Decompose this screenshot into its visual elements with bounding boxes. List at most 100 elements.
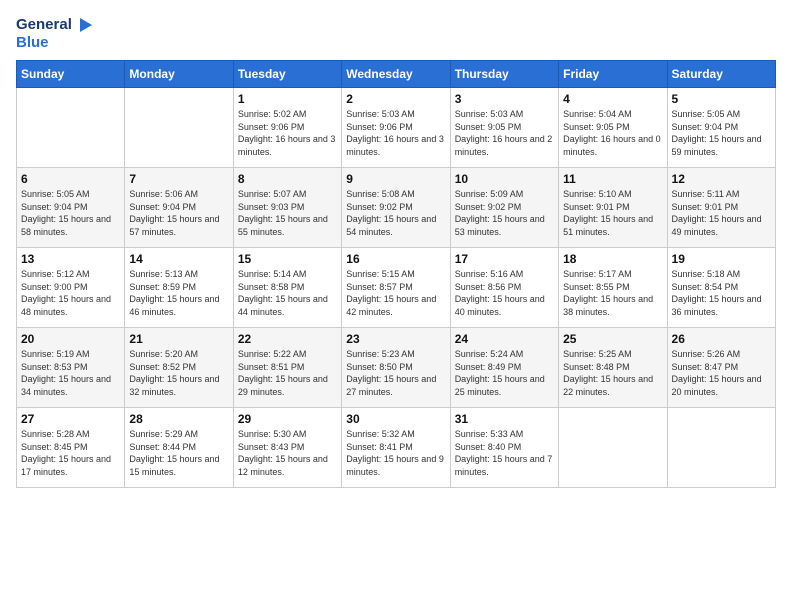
day-cell: 4Sunrise: 5:04 AMSunset: 9:05 PMDaylight…	[559, 88, 667, 168]
day-cell: 6Sunrise: 5:05 AMSunset: 9:04 PMDaylight…	[17, 168, 125, 248]
day-info: Sunrise: 5:07 AMSunset: 9:03 PMDaylight:…	[238, 188, 337, 238]
day-cell: 7Sunrise: 5:06 AMSunset: 9:04 PMDaylight…	[125, 168, 233, 248]
day-cell: 27Sunrise: 5:28 AMSunset: 8:45 PMDayligh…	[17, 408, 125, 488]
day-cell: 14 Sunrise: 5:13 AMSunset: 8:59 PMDayligh…	[125, 248, 233, 328]
header-sunday: Sunday	[17, 61, 125, 88]
day-cell: 3 Sunrise: 5:03 AMSunset: 9:05 PMDaylight…	[450, 88, 558, 168]
week-row-5: 27Sunrise: 5:28 AMSunset: 8:45 PMDayligh…	[17, 408, 776, 488]
day-info: Sunrise: 5:18 AMSunset: 8:54 PMDaylight:…	[672, 268, 771, 318]
day-info: Sunrise: 5:09 AMSunset: 9:02 PMDaylight:…	[455, 188, 554, 238]
day-number: 30	[346, 412, 445, 426]
day-cell: 13 Sunrise: 5:12 AMSunset: 9:00 PMDayligh…	[17, 248, 125, 328]
day-number: 29	[238, 412, 337, 426]
day-number: 15	[238, 252, 337, 266]
day-number: 5	[672, 92, 771, 106]
day-number: 19	[672, 252, 771, 266]
day-cell: 25 Sunrise: 5:25 AMSunset: 8:48 PMDayligh…	[559, 328, 667, 408]
day-cell: 20 Sunrise: 5:19 AMSunset: 8:53 PMDayligh…	[17, 328, 125, 408]
day-cell	[667, 408, 775, 488]
day-info: Sunrise: 5:19 AMSunset: 8:53 PMDaylight:…	[21, 348, 120, 398]
day-number: 21	[129, 332, 228, 346]
day-number: 26	[672, 332, 771, 346]
day-info: Sunrise: 5:32 AMSunset: 8:41 PMDaylight:…	[346, 428, 445, 478]
day-cell: 29 Sunrise: 5:30 AMSunset: 8:43 PMDayligh…	[233, 408, 341, 488]
header-friday: Friday	[559, 61, 667, 88]
weekday-header-row: Sunday Monday Tuesday Wednesday Thursday…	[17, 61, 776, 88]
day-number: 25	[563, 332, 662, 346]
day-cell: 1 Sunrise: 5:02 AMSunset: 9:06 PMDaylight…	[233, 88, 341, 168]
day-info: Sunrise: 5:03 AMSunset: 9:05 PMDaylight:…	[455, 108, 554, 158]
week-row-1: 1 Sunrise: 5:02 AMSunset: 9:06 PMDaylight…	[17, 88, 776, 168]
day-number: 20	[21, 332, 120, 346]
day-info: Sunrise: 5:06 AMSunset: 9:04 PMDaylight:…	[129, 188, 228, 238]
header-monday: Monday	[125, 61, 233, 88]
day-cell: 18 Sunrise: 5:17 AMSunset: 8:55 PMDayligh…	[559, 248, 667, 328]
day-cell	[559, 408, 667, 488]
day-number: 2	[346, 92, 445, 106]
day-cell: 26 Sunrise: 5:26 AMSunset: 8:47 PMDayligh…	[667, 328, 775, 408]
day-info: Sunrise: 5:22 AMSunset: 8:51 PMDaylight:…	[238, 348, 337, 398]
logo-text-general: General	[16, 16, 72, 34]
day-info: Sunrise: 5:05 AMSunset: 9:04 PMDaylight:…	[672, 108, 771, 158]
day-cell: 28 Sunrise: 5:29 AMSunset: 8:44 PMDayligh…	[125, 408, 233, 488]
day-info: Sunrise: 5:16 AMSunset: 8:56 PMDaylight:…	[455, 268, 554, 318]
day-info: Sunrise: 5:24 AMSunset: 8:49 PMDaylight:…	[455, 348, 554, 398]
day-info: Sunrise: 5:02 AMSunset: 9:06 PMDaylight:…	[238, 108, 337, 158]
logo-text-blue: Blue	[16, 34, 49, 52]
day-info: Sunrise: 5:03 AMSunset: 9:06 PMDaylight:…	[346, 108, 445, 158]
day-number: 28	[129, 412, 228, 426]
day-cell: 19 Sunrise: 5:18 AMSunset: 8:54 PMDayligh…	[667, 248, 775, 328]
header-thursday: Thursday	[450, 61, 558, 88]
logo-arrow-icon	[74, 16, 92, 34]
day-cell: 10Sunrise: 5:09 AMSunset: 9:02 PMDayligh…	[450, 168, 558, 248]
day-cell: 11Sunrise: 5:10 AMSunset: 9:01 PMDayligh…	[559, 168, 667, 248]
day-info: Sunrise: 5:30 AMSunset: 8:43 PMDaylight:…	[238, 428, 337, 478]
day-number: 18	[563, 252, 662, 266]
header-tuesday: Tuesday	[233, 61, 341, 88]
day-info: Sunrise: 5:29 AMSunset: 8:44 PMDaylight:…	[129, 428, 228, 478]
day-number: 17	[455, 252, 554, 266]
day-number: 31	[455, 412, 554, 426]
day-number: 22	[238, 332, 337, 346]
day-number: 8	[238, 172, 337, 186]
day-number: 24	[455, 332, 554, 346]
day-info: Sunrise: 5:14 AMSunset: 8:58 PMDaylight:…	[238, 268, 337, 318]
day-info: Sunrise: 5:05 AMSunset: 9:04 PMDaylight:…	[21, 188, 120, 238]
day-cell: 16 Sunrise: 5:15 AMSunset: 8:57 PMDayligh…	[342, 248, 450, 328]
day-cell: 12 Sunrise: 5:11 AMSunset: 9:01 PMDayligh…	[667, 168, 775, 248]
day-number: 16	[346, 252, 445, 266]
day-cell: 23 Sunrise: 5:23 AMSunset: 8:50 PMDayligh…	[342, 328, 450, 408]
week-row-4: 20 Sunrise: 5:19 AMSunset: 8:53 PMDayligh…	[17, 328, 776, 408]
day-cell: 9Sunrise: 5:08 AMSunset: 9:02 PMDaylight…	[342, 168, 450, 248]
day-cell	[17, 88, 125, 168]
day-cell	[125, 88, 233, 168]
day-info: Sunrise: 5:13 AMSunset: 8:59 PMDaylight:…	[129, 268, 228, 318]
day-cell: 30 Sunrise: 5:32 AMSunset: 8:41 PMDayligh…	[342, 408, 450, 488]
day-info: Sunrise: 5:12 AMSunset: 9:00 PMDaylight:…	[21, 268, 120, 318]
logo: General Blue	[16, 16, 96, 52]
day-number: 23	[346, 332, 445, 346]
day-number: 3	[455, 92, 554, 106]
day-info: Sunrise: 5:17 AMSunset: 8:55 PMDaylight:…	[563, 268, 662, 318]
day-number: 27	[21, 412, 120, 426]
day-number: 1	[238, 92, 337, 106]
week-row-2: 6Sunrise: 5:05 AMSunset: 9:04 PMDaylight…	[17, 168, 776, 248]
day-info: Sunrise: 5:23 AMSunset: 8:50 PMDaylight:…	[346, 348, 445, 398]
day-info: Sunrise: 5:26 AMSunset: 8:47 PMDaylight:…	[672, 348, 771, 398]
day-cell: 15 Sunrise: 5:14 AMSunset: 8:58 PMDayligh…	[233, 248, 341, 328]
day-info: Sunrise: 5:33 AMSunset: 8:40 PMDaylight:…	[455, 428, 554, 478]
day-number: 9	[346, 172, 445, 186]
day-info: Sunrise: 5:10 AMSunset: 9:01 PMDaylight:…	[563, 188, 662, 238]
day-cell: 17 Sunrise: 5:16 AMSunset: 8:56 PMDayligh…	[450, 248, 558, 328]
day-number: 14	[129, 252, 228, 266]
day-info: Sunrise: 5:11 AMSunset: 9:01 PMDaylight:…	[672, 188, 771, 238]
header-saturday: Saturday	[667, 61, 775, 88]
day-cell: 22 Sunrise: 5:22 AMSunset: 8:51 PMDayligh…	[233, 328, 341, 408]
day-info: Sunrise: 5:25 AMSunset: 8:48 PMDaylight:…	[563, 348, 662, 398]
week-row-3: 13 Sunrise: 5:12 AMSunset: 9:00 PMDayligh…	[17, 248, 776, 328]
day-cell: 5 Sunrise: 5:05 AMSunset: 9:04 PMDaylight…	[667, 88, 775, 168]
day-info: Sunrise: 5:15 AMSunset: 8:57 PMDaylight:…	[346, 268, 445, 318]
day-number: 13	[21, 252, 120, 266]
day-number: 12	[672, 172, 771, 186]
day-cell: 8 Sunrise: 5:07 AMSunset: 9:03 PMDaylight…	[233, 168, 341, 248]
